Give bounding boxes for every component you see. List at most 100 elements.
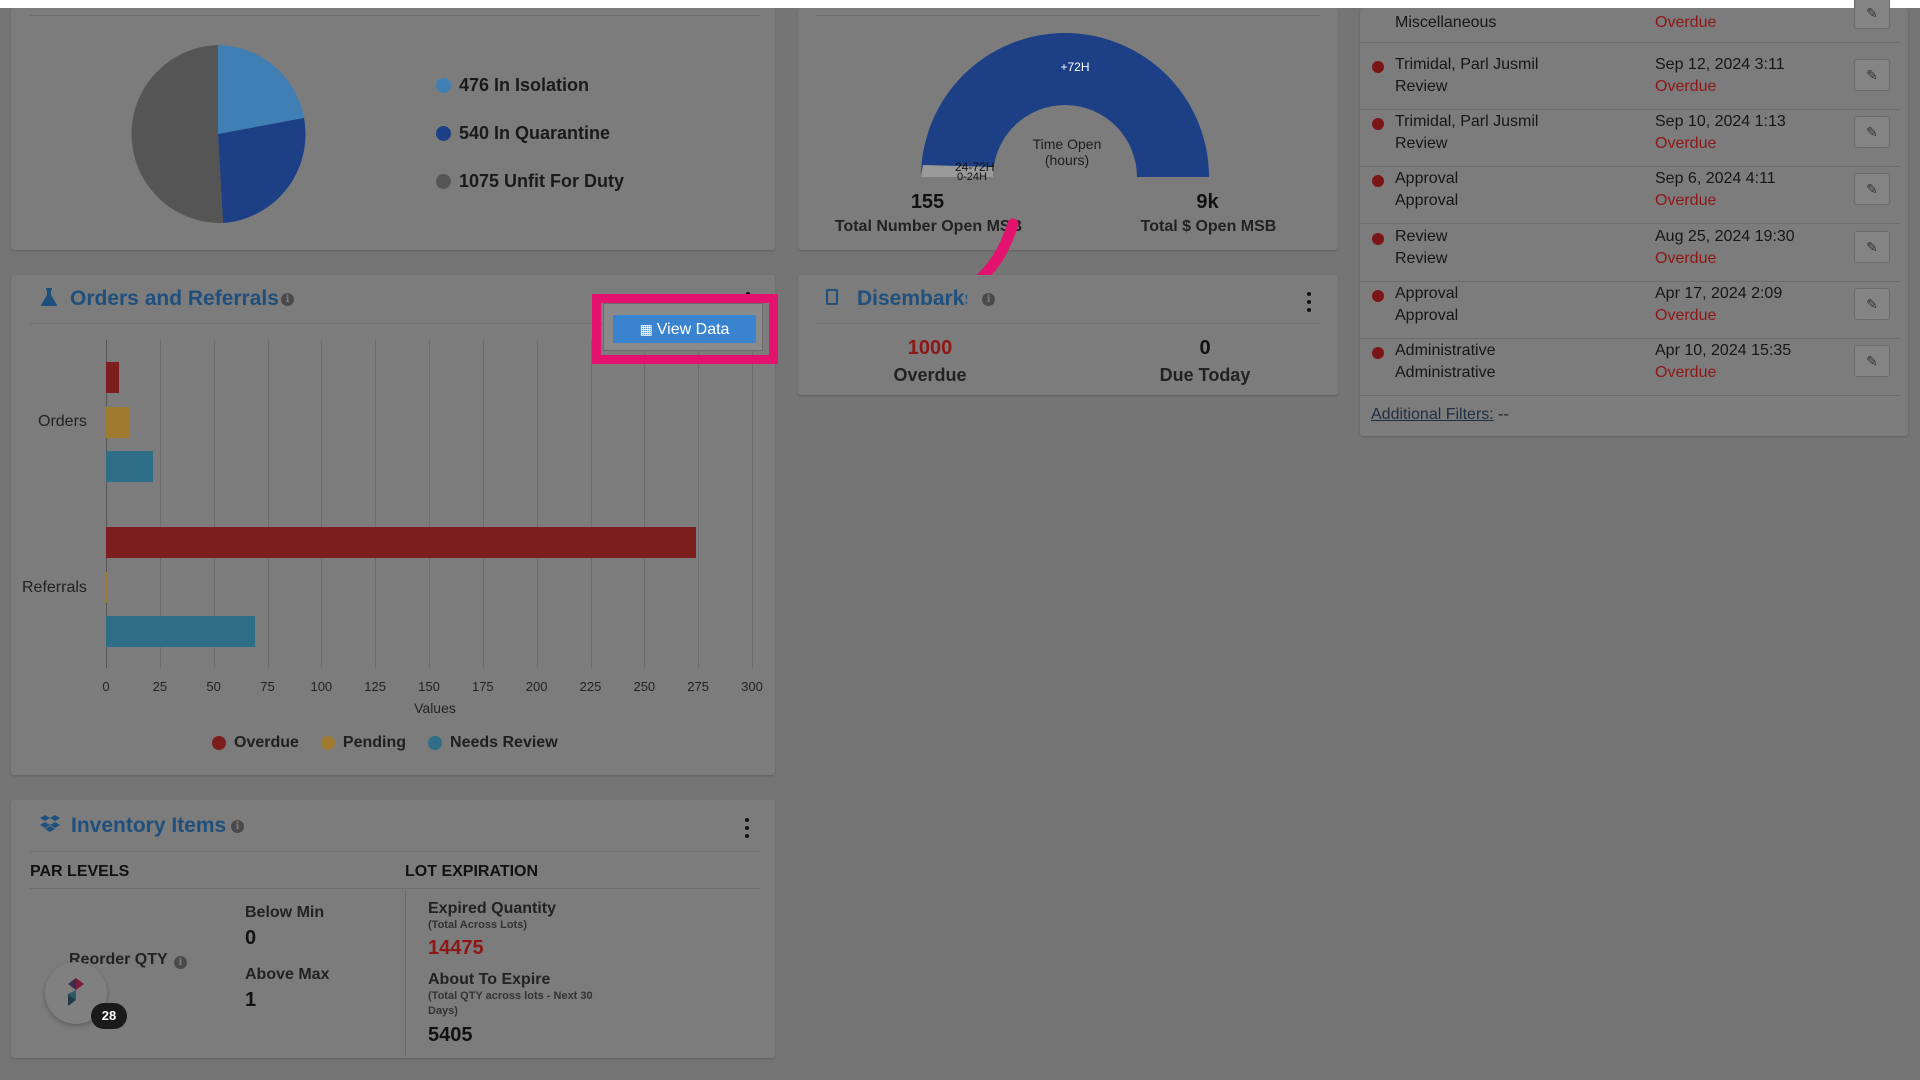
about-to-expire-label: About To Expire [428,971,551,988]
task-name-primary: Trimidal, Parl Jusmil [1395,113,1539,131]
additional-filters: Additional Filters: -- [1371,406,1509,424]
task-status: Overdue [1655,135,1717,153]
legend-dot-pending [320,736,335,750]
task-row[interactable]: Trimidal, Parl Jusmil Review Sep 10, 2024 … [1360,109,1900,168]
dropbox-icon [40,815,60,832]
section-divider [30,888,760,889]
gauge-label-72h: +72H [1060,60,1089,74]
task-row[interactable]: Administrative Administrative Apr 10, 2024… [1360,338,1900,396]
task-name-secondary: Miscellaneous [1395,14,1497,31]
about-to-expire-value: 5405 [428,1024,473,1046]
task-status: Overdue [1655,14,1717,31]
above-max-value: 1 [245,989,257,1011]
chart-legend-needs-review[interactable]: Needs Review [428,734,558,752]
task-row[interactable]: Miscellaneous Overdue ✎ [1360,0,1900,43]
above-max-label: Above Max [245,966,330,983]
task-name: Trimidal, Parl Jusmil Review [1395,54,1538,98]
pie-slice-quarantine [218,118,306,223]
task-row[interactable]: Review Review Aug 25, 2024 19:30 Overdue ✎ [1360,224,1900,282]
below-min-value: 0 [245,927,257,949]
pie-slice-unfit [131,45,223,224]
app-logo-icon [68,978,84,1006]
legend-unfit: 1075 Unfit For Duty [436,171,624,192]
edit-icon[interactable]: ✎ [1854,0,1890,29]
legend-dot-quarantine [436,126,451,141]
task-status: Overdue [1655,364,1717,381]
task-name-secondary: Approval [1395,306,1459,324]
task-name-primary: Approval [1395,170,1459,188]
additional-filters-value: -- [1498,406,1509,423]
task-name-secondary: Review [1395,78,1448,95]
card-divider [30,15,760,16]
task-status: Overdue [1655,192,1717,210]
task-name-primary: Trimidal, Parl Jusmil [1395,56,1539,73]
task-name-primary: Administrative [1395,342,1496,359]
lot-expiration-header: LOT EXPIRATION [405,863,539,880]
total-dollar-value: 9k [1196,191,1219,213]
category-label-referrals: Referrals [22,579,87,596]
task-name-secondary: Review [1395,135,1448,153]
edit-icon[interactable]: ✎ [1854,345,1890,377]
legend-label: Overdue [234,734,299,751]
task-name: Administrative Administrative [1395,340,1495,384]
task-date-value: Sep 10, 2024 1:13 [1655,113,1786,131]
edit-icon[interactable]: ✎ [1854,287,1890,320]
task-name-primary: Review [1395,227,1448,245]
chart-legend: Overdue Pending Needs Review [212,734,558,752]
task-name: Approval Approval [1395,283,1458,327]
task-date-value: Aug 25, 2024 19:30 [1655,227,1795,245]
expired-quantity-sub: (Total Across Lots) [428,919,528,931]
task-date-value: Apr 17, 2024 2:09 [1655,284,1783,302]
status-dot [1372,175,1384,188]
legend-label: Needs Review [450,734,558,751]
task-row[interactable]: Approval Approval Sep 6, 2024 4:11 Overdue ✎ [1360,166,1900,225]
task-date-value: Apr 10, 2024 15:35 [1655,342,1792,359]
highlight-box [592,294,778,364]
column-divider [405,890,406,1056]
gauge-label-0-24h: 0-24H [957,171,987,183]
task-date: Apr 10, 2024 15:35 Overdue [1655,340,1791,384]
legend-label: Pending [342,734,407,751]
isolation-card [11,8,775,250]
info-icon[interactable]: i [982,293,995,306]
about-to-expire-sub: (Total QTY across lots - Next 30 Days) [428,990,593,1017]
legend-isolation: 476 In Isolation [436,75,589,96]
edit-icon[interactable]: ✎ [1854,173,1890,206]
total-dollar-label: Total $ Open MSB [1140,218,1277,235]
notification-badge: 28 [91,1003,127,1029]
edit-icon[interactable]: ✎ [1854,59,1890,91]
task-name-secondary: Administrative [1395,364,1496,381]
edit-icon[interactable]: ✎ [1854,230,1890,263]
chart-legend-pending[interactable]: Pending [320,734,407,752]
task-date: Apr 17, 2024 2:09 Overdue [1655,283,1782,327]
task-row[interactable]: Trimidal, Parl Jusmil Review Sep 12, 2024 … [1360,52,1900,110]
isolation-pie-chart [131,45,306,224]
card-divider [30,851,760,852]
status-dot [1372,61,1384,73]
task-date: Sep 10, 2024 1:13 Overdue [1655,111,1786,155]
disembarks-title: Disembarks [857,287,967,310]
task-status: Overdue [1655,78,1717,95]
status-dot [1372,232,1384,245]
task-name-primary: Approval [1395,284,1459,302]
task-row[interactable]: Approval Approval Apr 17, 2024 2:09 Overdue… [1360,281,1900,339]
inventory-menu-icon[interactable] [744,818,750,838]
legend-label: 540 In Quarantine [459,123,611,143]
edit-icon[interactable]: ✎ [1854,116,1890,149]
card-divider [815,323,1320,324]
chart-legend-overdue[interactable]: Overdue [212,734,299,752]
ship-icon [826,289,838,305]
x-axis-label: Values [414,700,456,716]
expired-quantity-value: 14475 [428,937,484,959]
status-dot [1372,289,1384,302]
info-icon[interactable]: i [281,293,294,306]
expired-quantity-label: Expired Quantity [428,900,557,917]
task-name-secondary: Approval [1395,192,1459,210]
task-date: Overdue [1655,12,1716,34]
legend-dot-unfit [436,174,451,189]
info-icon[interactable]: i [173,956,187,969]
disembarks-menu-icon[interactable] [1306,292,1312,312]
additional-filters-link[interactable]: Additional Filters: [1371,406,1494,423]
gauge-center-label: Time Open (hours) [1032,136,1102,168]
info-icon[interactable]: i [231,820,244,833]
